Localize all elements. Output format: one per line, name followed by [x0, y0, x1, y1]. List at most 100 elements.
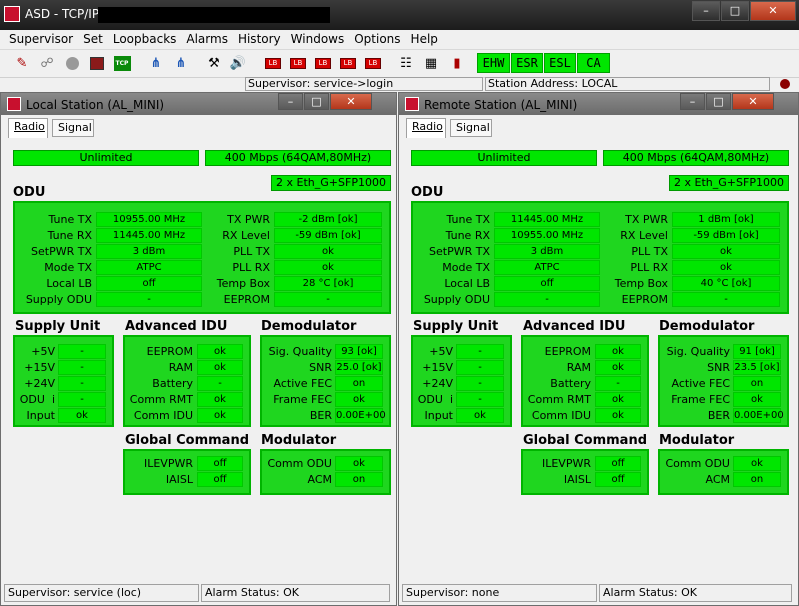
window-maximize-button[interactable]: □ — [304, 93, 329, 110]
demod-value: 0.00E+00 — [733, 408, 784, 423]
window-close-button[interactable]: ✕ — [330, 93, 372, 110]
alarm-led-5-icon[interactable]: LB — [362, 53, 384, 74]
login-icon[interactable]: ✎ — [11, 53, 33, 74]
alarm-led-4-icon[interactable]: LB — [337, 53, 359, 74]
idu-label: Battery — [152, 377, 193, 390]
maximize-button[interactable]: □ — [721, 1, 749, 21]
alarm-led-2-icon[interactable]: LB — [287, 53, 309, 74]
odu-label: RX Level — [222, 229, 270, 242]
antenna-icon[interactable]: ⋔ — [145, 53, 167, 74]
idu-label: Battery — [550, 377, 591, 390]
global-label: ILEVPWR — [143, 457, 193, 470]
demod-section-title: Demodulator — [261, 319, 357, 334]
odu-label: EEPROM — [223, 293, 270, 306]
odu-label: Tune TX — [48, 213, 92, 226]
idu-value: ok — [197, 344, 243, 359]
tab-radio[interactable]: Radio — [8, 118, 48, 138]
idu-label: Comm RMT — [527, 393, 591, 406]
window-maximize-button[interactable]: □ — [706, 93, 731, 110]
close-button[interactable]: ✕ — [750, 1, 796, 21]
alarm-ehw[interactable]: EHW — [477, 53, 510, 73]
menu-loopbacks[interactable]: Loopbacks — [108, 30, 182, 48]
odu-label: Local LB — [444, 277, 490, 290]
rate-indicator: 400 Mbps (64QAM,80MHz) — [603, 150, 789, 166]
menu-set[interactable]: Set — [78, 30, 108, 48]
mod-section-title: Modulator — [659, 433, 735, 448]
calculator-icon[interactable]: ▦ — [420, 53, 442, 74]
supply-value: - — [58, 392, 106, 407]
status-supervisor: Supervisor: service (loc) — [4, 584, 199, 602]
odu-value: ok — [274, 260, 382, 275]
window-minimize-button[interactable]: – — [278, 93, 303, 110]
capacity-indicator: Unlimited — [13, 150, 199, 166]
menu-options[interactable]: Options — [349, 30, 405, 48]
odu-value: 28 °C [ok] — [274, 276, 382, 291]
odu-label: TX PWR — [625, 213, 668, 226]
antenna-alt-icon[interactable]: ⋔ — [170, 53, 192, 74]
speaker-icon[interactable]: 🔊 — [227, 53, 249, 74]
global-value: off — [595, 472, 641, 487]
alarm-led-1-icon[interactable]: LB — [262, 53, 284, 74]
alarm-ca[interactable]: CA — [577, 53, 610, 73]
odu-value: ATPC — [96, 260, 202, 275]
local-station-window: Local Station (AL_MINI) – □ ✕ Radio Signal Unl… — [0, 92, 397, 606]
window-close-button[interactable]: ✕ — [732, 93, 774, 110]
alarm-led-3-icon[interactable]: LB — [312, 53, 334, 74]
window-app-icon — [7, 97, 21, 111]
demod-label: BER — [309, 409, 332, 422]
window-app-icon — [405, 97, 419, 111]
menu-history[interactable]: History — [233, 30, 286, 48]
odu-label: Temp Box — [216, 277, 270, 290]
title-redaction — [98, 7, 330, 23]
demod-label: SNR — [309, 361, 332, 374]
demod-value: on — [733, 376, 781, 391]
supply-label: +5V — [429, 345, 453, 358]
interface-indicator: 2 x Eth_G+SFP1000 — [669, 175, 789, 191]
supply-label: Input — [424, 409, 453, 422]
connect-icon[interactable]: ☍ — [36, 53, 58, 74]
menu-help[interactable]: Help — [406, 30, 443, 48]
odu-label: TX PWR — [227, 213, 270, 226]
idu-section-title: Advanced IDU — [125, 319, 228, 334]
mod-section-title: Modulator — [261, 433, 337, 448]
idu-value: ok — [595, 344, 641, 359]
equalizer-icon[interactable]: ☷ — [395, 53, 417, 74]
demod-label: Active FEC — [273, 377, 332, 390]
stop-icon[interactable] — [61, 53, 83, 74]
odu-value: off — [96, 276, 202, 291]
demod-label: Active FEC — [671, 377, 730, 390]
supply-value: - — [58, 344, 106, 359]
tcp-icon[interactable]: TCP — [111, 53, 133, 74]
menu-alarms[interactable]: Alarms — [181, 30, 233, 48]
archive-icon[interactable] — [86, 53, 108, 74]
odu-label: SetPWR TX — [31, 245, 92, 258]
minimize-button[interactable]: – — [692, 1, 720, 21]
alarm-esr[interactable]: ESR — [511, 53, 543, 73]
odu-value: -2 dBm [ok] — [274, 212, 382, 227]
supply-label: +24V — [422, 377, 453, 390]
menu-supervisor[interactable]: Supervisor — [4, 30, 78, 48]
idu-label: Comm IDU — [133, 409, 193, 422]
idu-value: ok — [197, 360, 243, 375]
odu-label: Mode TX — [44, 261, 92, 274]
odu-value: - — [274, 292, 382, 307]
odu-value: ok — [672, 260, 780, 275]
supply-section-title: Supply Unit — [413, 319, 499, 334]
window-minimize-button[interactable]: – — [680, 93, 705, 110]
supply-label: +5V — [31, 345, 55, 358]
alarm-esl[interactable]: ESL — [544, 53, 576, 73]
demod-label: SNR — [707, 361, 730, 374]
tab-signal[interactable]: Signal — [450, 119, 492, 137]
remote-station-window: Remote Station (AL_MINI) – □ ✕ Radio Signal Un… — [398, 92, 799, 606]
menu-windows[interactable]: Windows — [286, 30, 350, 48]
bar-chart-icon[interactable]: ▮ — [446, 53, 468, 74]
tab-signal[interactable]: Signal — [52, 119, 94, 137]
window-title: Local Station (AL_MINI) — [26, 98, 165, 112]
tab-radio[interactable]: Radio — [406, 118, 446, 138]
supply-value: - — [456, 392, 504, 407]
rate-indicator: 400 Mbps (64QAM,80MHz) — [205, 150, 391, 166]
odu-value: 3 dBm — [494, 244, 600, 259]
mod-label: Comm ODU — [267, 457, 332, 470]
tools-icon[interactable]: ⚒ — [203, 53, 225, 74]
odu-value: off — [494, 276, 600, 291]
